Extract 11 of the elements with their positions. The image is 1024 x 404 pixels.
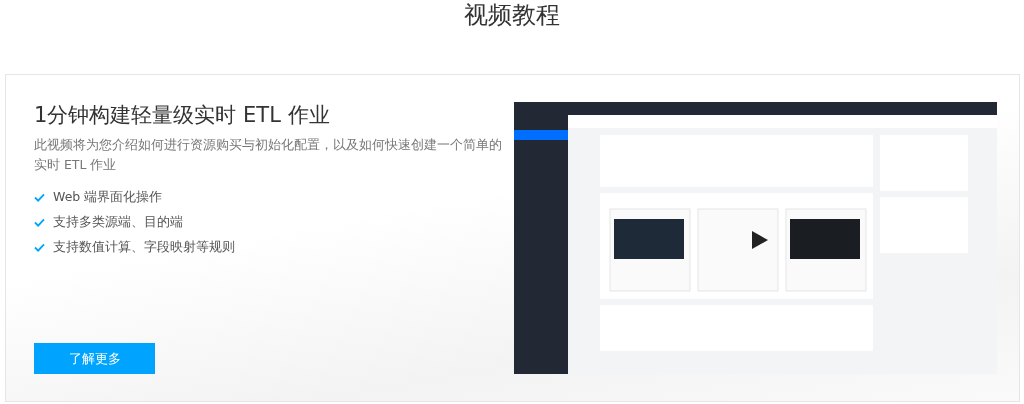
- feature-text: 支持多类源端、目的端: [53, 214, 183, 231]
- check-icon: [34, 218, 45, 227]
- check-icon: [34, 243, 45, 252]
- tutorial-title: 1分钟构建轻量级实时 ETL 作业: [34, 102, 331, 129]
- play-icon: [752, 231, 768, 249]
- learn-more-button[interactable]: 了解更多: [34, 343, 155, 374]
- page-title: 视频教程: [463, 0, 561, 31]
- feature-text: Web 端界面化操作: [53, 189, 163, 206]
- check-icon: [34, 193, 45, 202]
- feature-text: 支持数值计算、字段映射等规则: [53, 239, 235, 256]
- tutorial-description: 此视频将为您介绍如何进行资源购买与初始化配置，以及如何快速创建一个简单的实时 ETL 作业: [34, 136, 503, 174]
